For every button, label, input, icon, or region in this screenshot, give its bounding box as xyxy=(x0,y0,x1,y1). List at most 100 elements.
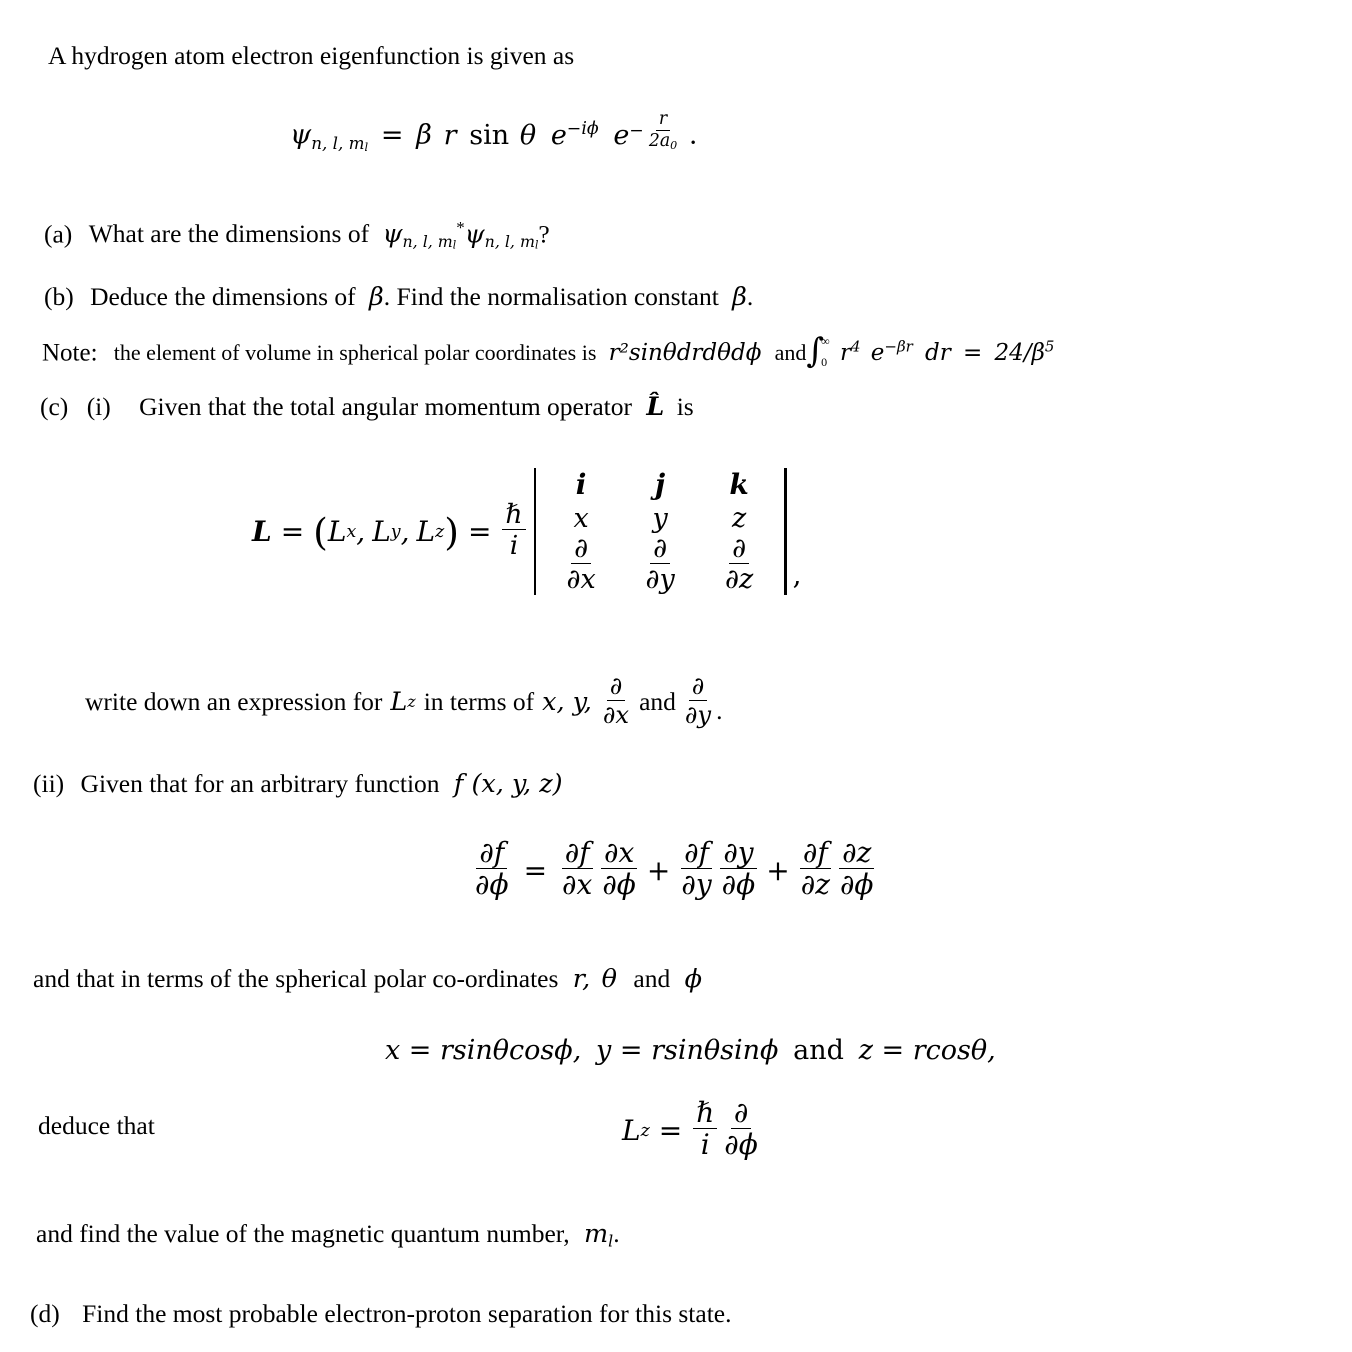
dz-dphi-num: ∂z xyxy=(839,838,875,870)
dz-dphi-den: ∂ϕ xyxy=(839,868,874,902)
dx-dphi-den: ∂ϕ xyxy=(602,868,636,902)
write-down-vars: x, y, xyxy=(542,686,592,717)
ml-symbol: m xyxy=(583,1219,609,1249)
psi-subscript-sub: l xyxy=(364,139,369,154)
chain-rule-equation: ∂f ∂ϕ = ∂f ∂x ∂x ∂ϕ + ∂f ∂y ∂y ∂ϕ + ∂f ∂… xyxy=(470,838,879,902)
Lx-subscript: x xyxy=(346,521,357,542)
psi-second: ψ xyxy=(464,219,485,250)
part-a-line: (a) What are the dimensions of ψn, l, ml… xyxy=(44,218,550,251)
part-b-text-2: . Find the normalisation constant xyxy=(383,282,719,311)
deduce-label-line: deduce that xyxy=(38,1111,155,1140)
spherical-intro-line: and that in terms of the spherical polar… xyxy=(33,964,702,994)
part-b-label: (b) xyxy=(44,282,74,311)
note-label: Note: xyxy=(42,339,98,367)
partial-dy-num-inline: ∂ xyxy=(688,674,708,701)
minus-sign: − xyxy=(629,120,644,141)
part-c-ii-text: Given that for an arbitrary function xyxy=(80,769,440,798)
part-c-text: Given that the total angular momentum op… xyxy=(139,392,632,421)
r-var: r, xyxy=(572,964,591,994)
df-dx-den: ∂x xyxy=(562,868,593,902)
partial-dy-den: ∂y xyxy=(645,564,675,596)
Lz-result-subscript: z xyxy=(640,1120,650,1141)
x-transform: x = rsinθcosϕ, xyxy=(385,1035,582,1066)
den-subscript: 0 xyxy=(670,138,678,152)
Lz-symbol: L xyxy=(416,515,436,549)
df-dz-fraction: ∂f ∂z xyxy=(798,838,833,902)
dy-dphi-den: ∂ϕ xyxy=(721,868,756,902)
partial-dy-fraction-inline: ∂ ∂y xyxy=(682,674,714,727)
arbitrary-function: f (x, y, z) xyxy=(453,769,563,799)
integral-result: 24/β xyxy=(994,340,1045,367)
psi-conjugate: ψ xyxy=(382,219,403,250)
partial-dx-den-inline: ∂x xyxy=(602,700,630,729)
Lx-symbol: L xyxy=(327,515,347,549)
find-ml-text: and find the value of the magnetic quant… xyxy=(36,1219,570,1248)
Ly-subscript: y xyxy=(390,521,401,542)
hbar-result: ℏ xyxy=(693,1098,718,1130)
exam-question-page: A hydrogen atom electron eigenfunction i… xyxy=(0,0,1352,1352)
note-and: and xyxy=(774,340,807,366)
Lz-result-equation: Lz = ℏ i ∂ ∂ϕ xyxy=(622,1098,763,1162)
find-ml-period: . xyxy=(613,1219,620,1248)
period: . xyxy=(688,119,698,151)
hbar-symbol: ℏ xyxy=(502,501,526,531)
spherical-and: and xyxy=(633,964,671,993)
df-dx-fraction: ∂f ∂x xyxy=(559,838,595,902)
intro-text: A hydrogen atom electron eigenfunction i… xyxy=(48,41,575,70)
chain-rule-equals: = xyxy=(523,854,548,888)
partial-dz-num: ∂ xyxy=(729,535,750,565)
partial-dx-cell: ∂ ∂x xyxy=(562,535,601,595)
L-operator-hat: L̂ xyxy=(646,392,665,422)
hbar-over-i-fraction: ℏ i xyxy=(502,501,526,559)
unit-vector-j: j xyxy=(655,468,666,501)
det-right-bar xyxy=(784,468,787,596)
partial-dphi-den: ∂ϕ xyxy=(724,1128,758,1162)
fraction-denominator: 2a0 xyxy=(646,131,680,151)
partial-dphi-num: ∂ xyxy=(730,1098,752,1130)
unit-vector-k: k xyxy=(729,468,749,501)
exponential-2-exponent: − r 2a0 xyxy=(629,110,682,152)
exponential-1: e xyxy=(550,119,567,151)
df-dphi-num: ∂f xyxy=(476,838,508,870)
integrand-r-exponent: 4 xyxy=(850,337,861,356)
dy-dphi-fraction: ∂y ∂ϕ xyxy=(719,838,759,902)
z-transform: z = rcosθ, xyxy=(858,1035,996,1066)
spherical-transforms-equation: x = rsinθcosϕ, y = rsinθsinϕ and z = rco… xyxy=(385,1035,996,1066)
df-dz-den: ∂z xyxy=(800,868,830,902)
Lz-result-equals: = xyxy=(658,1114,683,1148)
partial-dy-fraction: ∂ ∂y xyxy=(643,535,678,594)
integral-expression: ∫ ∞ 0 xyxy=(806,334,829,368)
L-vector: L xyxy=(252,515,272,549)
Ly-symbol: L xyxy=(372,515,391,549)
det-trailing-comma: , xyxy=(792,558,802,592)
partial-dy-den-inline: ∂y xyxy=(684,700,712,729)
open-paren: ( xyxy=(313,509,328,554)
beta-symbol-b2: β xyxy=(732,282,747,312)
part-a-label: (a) xyxy=(44,219,73,249)
df-dphi-fraction: ∂f ∂ϕ xyxy=(472,838,512,902)
find-ml-line: and find the value of the magnetic quant… xyxy=(36,1219,620,1250)
beta-symbol-b: β xyxy=(369,282,384,312)
det-left-bar xyxy=(533,468,537,596)
partial-dphi-fraction: ∂ ∂ϕ xyxy=(721,1098,761,1162)
chain-rule-plus-1: + xyxy=(646,854,671,888)
exponential-1-exponent: −iϕ xyxy=(566,119,599,140)
r-symbol: r xyxy=(443,119,457,151)
part-b-text-1: Deduce the dimensions of xyxy=(90,282,356,311)
Lz-result-symbol: L xyxy=(622,1114,641,1148)
transform-and: and xyxy=(793,1035,844,1066)
den-2a: 2a xyxy=(648,130,671,151)
question-mark: ? xyxy=(538,219,550,249)
integral-result-exponent: 5 xyxy=(1044,337,1055,356)
Lz-subscript: z xyxy=(435,521,445,542)
complex-conjugate-star: * xyxy=(456,218,465,237)
y-transform: y = rsinθsinϕ xyxy=(596,1035,779,1066)
psi-symbol: ψ xyxy=(290,119,312,151)
i-result: i xyxy=(700,1128,710,1162)
write-down-text-2: in terms of xyxy=(423,686,535,716)
part-d-label: (d) xyxy=(30,1299,60,1328)
note-line: Note: the element of volume in spherical… xyxy=(42,334,1055,368)
psi-second-sub: n, l, m xyxy=(484,231,535,251)
psi-subscript: n, l, m xyxy=(311,132,365,153)
df-dphi-den: ∂ϕ xyxy=(475,868,509,902)
